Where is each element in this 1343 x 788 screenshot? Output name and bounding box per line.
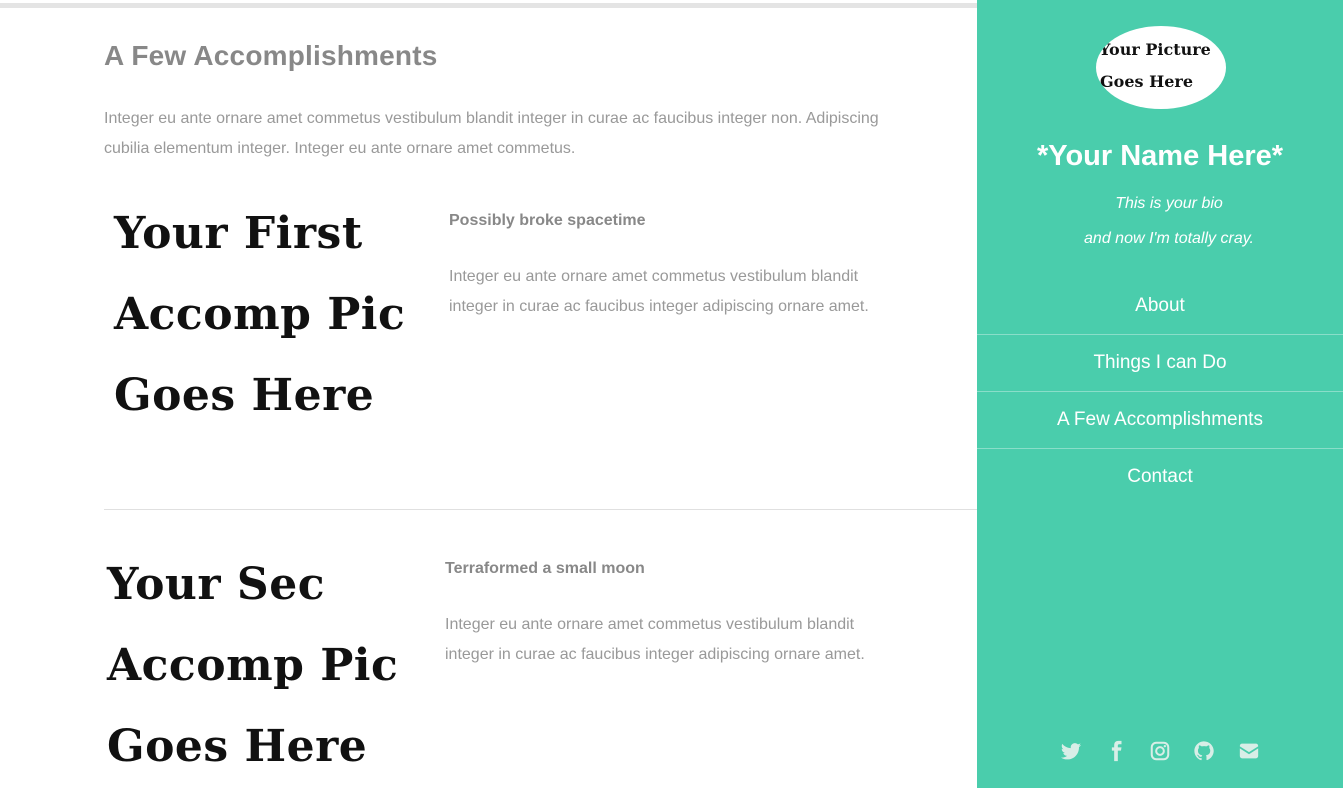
nav-item-things-i-can-do[interactable]: Things I can Do	[977, 335, 1343, 392]
picture-placeholder-line: Accomp Pic	[114, 289, 406, 340]
github-icon[interactable]	[1193, 738, 1215, 764]
twitter-icon[interactable]	[1060, 738, 1082, 764]
accomplishment-title: Terraformed a small moon	[445, 560, 645, 577]
bio-line: and now I'm totally cray.	[1084, 230, 1254, 247]
nav-item-about[interactable]: About	[977, 278, 1343, 335]
facebook-icon[interactable]	[1105, 738, 1127, 764]
section-title: A Few Accomplishments	[104, 40, 438, 71]
picture-placeholder-line: Accomp Pic	[107, 640, 399, 691]
avatar-placeholder-text: Your Picture Goes Here	[1096, 34, 1226, 98]
avatar-placeholder-line: Your Picture	[1099, 40, 1211, 59]
social-links	[977, 738, 1343, 764]
picture-placeholder-line: Your First	[114, 208, 363, 259]
accomplishment-title: Possibly broke spacetime	[449, 212, 646, 229]
nav-item-contact[interactable]: Contact	[977, 449, 1343, 506]
bio-line: This is your bio	[1115, 195, 1223, 212]
accomplishment-picture-placeholder: Your Sec Accomp Pic Goes Here	[107, 544, 398, 787]
profile-bio: This is your bio and now I'm totally cra…	[977, 186, 1343, 256]
avatar: Your Picture Goes Here	[1096, 26, 1226, 109]
accomplishment-picture-placeholder: Your First Accomp Pic Goes Here	[114, 193, 405, 436]
profile-name: *Your Name Here*	[1036, 140, 1284, 172]
section-divider	[104, 509, 977, 510]
sidebar-nav: About Things I can Do A Few Accomplishme…	[977, 278, 1343, 506]
nav-item-accomplishments[interactable]: A Few Accomplishments	[977, 392, 1343, 449]
accomplishment-description: Integer eu ante ornare amet commetus ves…	[445, 616, 865, 663]
top-border	[0, 3, 977, 8]
picture-placeholder-line: Goes Here	[107, 721, 368, 772]
envelope-icon[interactable]	[1238, 738, 1260, 764]
picture-placeholder-line: Goes Here	[114, 370, 375, 421]
picture-placeholder-line: Your Sec	[107, 559, 325, 610]
avatar-placeholder-line: Goes Here	[1100, 72, 1193, 91]
sidebar: Your Picture Goes Here *Your Name Here* …	[977, 0, 1343, 788]
section-intro: Integer eu ante ornare amet commetus ves…	[104, 110, 879, 157]
instagram-icon[interactable]	[1149, 738, 1171, 764]
accomplishment-description: Integer eu ante ornare amet commetus ves…	[449, 268, 869, 315]
main-content: A Few Accomplishments Integer eu ante or…	[0, 0, 977, 788]
